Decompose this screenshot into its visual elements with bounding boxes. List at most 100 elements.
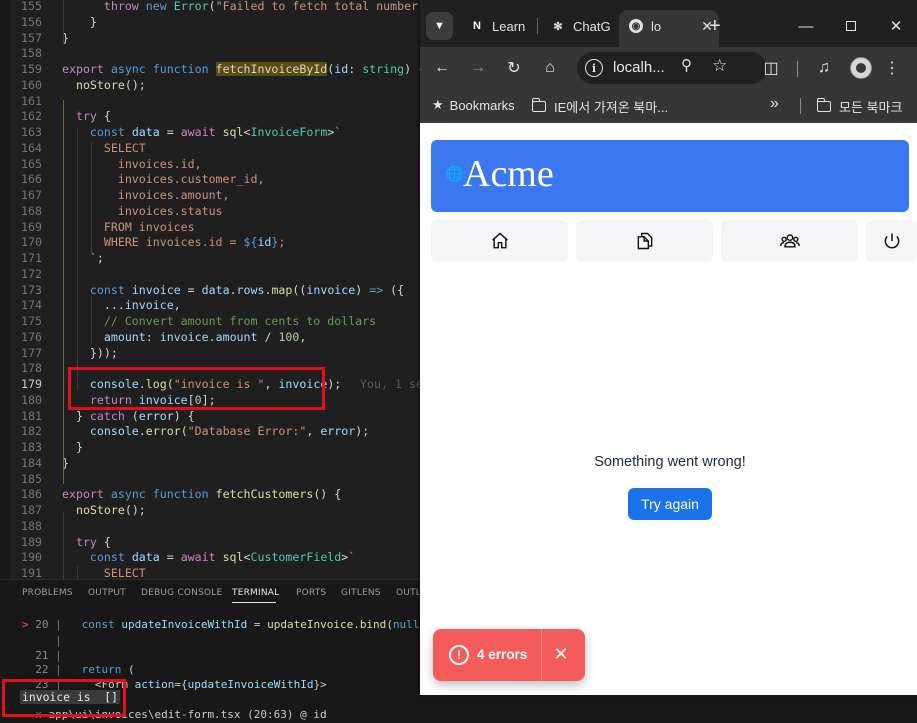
highlight-box-console-log [68,367,325,410]
code-text[interactable]: WHERE invoices.id = ${id}; [62,234,286,250]
code-text[interactable]: invoices.customer_id, [62,171,265,187]
tab-chatgpt[interactable]: ✻ ChatG [551,12,610,40]
code-text[interactable]: noStore(); [62,77,146,93]
code-text[interactable]: } [62,14,97,30]
close-icon[interactable]: ✕ [551,644,571,664]
code-text[interactable]: SELECT [62,565,146,579]
tab-outline[interactable]: OUTL [396,588,421,598]
tab-search-button[interactable]: ▼ [426,12,453,40]
line-number: 158 [21,46,42,61]
home-button[interactable]: ⌂ [537,55,563,81]
reload-button[interactable]: ↻ [501,55,527,81]
nav-customers-button[interactable] [721,220,858,262]
error-toast[interactable]: ! 4 errors ✕ [433,629,585,681]
maximize-button[interactable] [837,12,865,40]
menu-button[interactable]: ⋮ [879,55,905,81]
code-text[interactable]: export async function fetchInvoiceById(i… [62,61,425,77]
url-text[interactable]: localh... [613,59,665,76]
back-button[interactable]: ← [429,55,455,81]
extensions-button[interactable]: ◫ [758,55,784,81]
terminal-line: > 20 | const updateInvoiceWithId = updat… [22,618,459,631]
acme-logo-banner[interactable]: 🌐 Acme [431,140,909,212]
tab-problems[interactable]: PROBLEMS [22,588,73,598]
double-chevron-icon: » [770,95,779,112]
try-again-button[interactable]: Try again [628,488,712,520]
code-text[interactable]: const data = await sql<InvoiceForm>` [62,124,341,140]
close-icon: ✕ [889,18,903,35]
toast-divider [541,629,542,681]
code-text[interactable]: } [62,439,83,455]
tab-label: Learn [492,18,526,34]
line-number: 180 [21,392,42,407]
active-tab-indicator [232,602,276,603]
code-text[interactable]: export async function fetchCustomers() { [62,486,341,502]
site-info-icon[interactable]: i [585,59,603,77]
line-number: 191 [21,566,42,579]
browser-window: ▼ N Learn ✻ ChatG ◉ lo ✕ + — ✕ ← → ↻ ⌂ i… [420,0,917,695]
code-text[interactable]: const invoice = data.rows.map((invoice) … [62,282,404,298]
address-bar[interactable]: i localh... ⚲ ☆ [577,52,767,84]
bookmarks-overflow-button[interactable]: » [770,95,779,113]
profile-avatar[interactable] [850,57,872,79]
plus-icon: + [709,14,721,37]
code-text[interactable]: amount: invoice.amount / 100, [62,329,307,345]
line-number: 155 [21,0,42,13]
tab-output[interactable]: OUTPUT [88,588,126,598]
code-text[interactable]: invoices.status [62,203,223,219]
line-number: 189 [21,534,42,549]
new-tab-button[interactable]: + [709,12,721,40]
tab-terminal[interactable]: TERMINAL [232,588,279,598]
line-number: 167 [21,188,42,202]
line-number: 186 [21,487,42,502]
page-viewport: 🌐 Acme Something went wrong! Try again [420,124,917,695]
line-number: 161 [21,93,42,108]
code-text[interactable]: // Convert amount from cents to dollars [62,313,376,329]
tab-gitlens[interactable]: GITLENS [341,588,381,598]
code-text[interactable]: noStore(); [62,502,146,518]
line-number: 182 [21,424,42,439]
code-text[interactable]: })); [62,345,118,361]
puzzle-icon: ◫ [763,60,779,77]
code-text[interactable]: const data = await sql<CustomerField>` [62,549,355,565]
code-text[interactable]: `; [62,250,104,266]
zoom-icon[interactable]: ⚲ [681,56,692,74]
code-text[interactable]: try { [62,534,111,550]
git-blame-annotation: You, 1 se [360,377,423,391]
line-number: 157 [21,30,42,45]
tab-learn[interactable]: N Learn [470,12,525,40]
bookmarks-button[interactable]: ★ Bookmarks [432,97,515,113]
line-number: 176 [21,329,42,344]
nav-home-button[interactable] [431,220,568,262]
code-text[interactable]: invoices.amount, [62,187,230,203]
tab-localhost[interactable]: ◉ lo ✕ [629,12,713,40]
tab-debug-console[interactable]: DEBUG CONSOLE [141,588,222,598]
minimize-button[interactable]: — [792,12,820,40]
sign-out-button[interactable] [866,220,917,262]
highlight-box-log-output [2,679,126,717]
folder-icon [531,98,546,112]
bookmarks-label: Bookmarks [449,97,515,113]
bookmark-star-icon[interactable]: ☆ [712,56,727,76]
code-text[interactable]: FROM invoices [62,219,195,235]
code-text[interactable]: ...invoice, [62,297,181,313]
code-text[interactable]: SELECT [62,140,146,156]
home-icon: ⌂ [545,59,555,76]
bookmark-folder-all[interactable]: 모든 북마크 [816,97,902,116]
users-icon [779,234,800,248]
bookmark-folder-ie[interactable]: IE에서 가져온 북마... [531,97,668,116]
forward-button[interactable]: → [465,55,491,81]
code-text[interactable]: console.error("Database Error:", error); [62,423,369,439]
error-count[interactable]: 4 errors [477,647,527,662]
nav-invoices-button[interactable] [576,220,713,262]
tab-ports[interactable]: PORTS [296,588,326,598]
tab-separator [537,18,538,34]
line-number: 163 [21,125,42,139]
code-text[interactable]: invoices.id, [62,156,202,172]
line-number: 179 [21,377,42,391]
line-number: 178 [21,361,42,376]
line-number: 177 [21,345,42,360]
tab-label: lo [651,18,662,34]
code-text[interactable]: try { [62,108,111,124]
close-window-button[interactable]: ✕ [882,12,910,40]
media-button[interactable]: ♫ [811,55,837,81]
